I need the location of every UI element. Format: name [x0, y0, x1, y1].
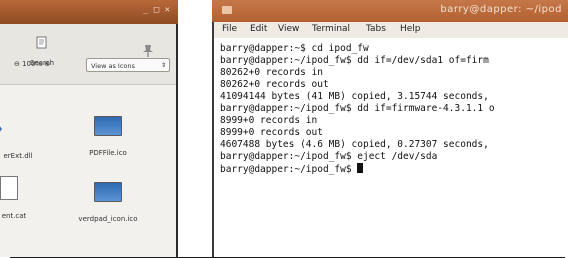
terminal-line: barry@dapper:~/ipod_fw$ eject /dev/sda	[220, 151, 438, 162]
zoom-control[interactable]: ⊖ 100% ⊕	[14, 60, 50, 68]
file-name: ent.cat	[1, 212, 27, 220]
terminal-prompt: barry@dapper:~/ipod_fw$	[220, 164, 358, 175]
terminal-title: barry@dapper: ~/ipod	[440, 4, 562, 15]
file-manager-toolbar: Search ⊖ 100% ⊕ View as Icons ⇕	[0, 24, 176, 85]
search-icon	[36, 36, 47, 49]
menu-edit[interactable]: Edit	[250, 24, 267, 34]
menu-file[interactable]: File	[222, 24, 237, 34]
file-item[interactable]: PDFFile.ico	[78, 116, 138, 159]
menu-help[interactable]: Help	[400, 24, 421, 34]
image-file-icon	[94, 116, 122, 136]
file-manager-titlebar[interactable]: _ □ ✕	[0, 0, 178, 24]
pin-icon[interactable]	[142, 44, 154, 58]
diamond-file-icon	[0, 126, 2, 132]
terminal-line: 41094144 bytes (41 MB) copied, 3.15744 s…	[220, 91, 489, 102]
terminal-titlebar[interactable]: barry@dapper: ~/ipod	[212, 0, 568, 22]
menu-view[interactable]: View	[278, 24, 299, 34]
terminal-window: barry@dapper: ~/ipod File Edit View Term…	[212, 0, 568, 257]
file-manager-window: _ □ ✕ Search ⊖ 100% ⊕ View as Icons ⇕ er…	[0, 0, 178, 257]
terminal-menubar: File Edit View Terminal Tabs Help	[214, 22, 568, 38]
file-name: erExt.dll	[3, 152, 33, 160]
catalog-file-icon	[0, 176, 18, 200]
terminal-prompt-line[interactable]: barry@dapper:~/ipod_fw$	[220, 163, 364, 175]
file-item[interactable]: erExt.dll	[0, 118, 48, 162]
terminal-line: 8999+0 records out	[220, 127, 323, 138]
terminal-line: 4607488 bytes (4.6 MB) copied, 0.27307 s…	[220, 139, 489, 150]
terminal-line: 80262+0 records out	[220, 79, 329, 90]
menu-tabs[interactable]: Tabs	[366, 24, 386, 34]
view-as-select[interactable]: View as Icons ⇕	[86, 58, 170, 72]
window-controls[interactable]: _ □ ✕	[143, 5, 170, 15]
file-name: verdpad_icon.ico	[78, 215, 138, 223]
terminal-icon	[222, 6, 232, 14]
file-name: PDFFile.ico	[89, 149, 127, 157]
file-item[interactable]: ent.cat	[0, 176, 44, 222]
terminal-line: 8999+0 records in	[220, 115, 318, 126]
file-manager-body: Search ⊖ 100% ⊕ View as Icons ⇕ erExt.dl…	[0, 24, 178, 257]
terminal-line: 80262+0 records in	[220, 67, 323, 78]
image-file-icon	[94, 182, 122, 202]
terminal-output[interactable]: barry@dapper:~$ cd ipod_fw barry@dapper:…	[214, 38, 568, 257]
text-cursor	[357, 163, 364, 173]
view-as-value: View as Icons	[91, 62, 135, 70]
chevron-updown-icon: ⇕	[160, 62, 166, 69]
menu-terminal[interactable]: Terminal	[312, 24, 350, 34]
terminal-line: barry@dapper:~/ipod_fw$ dd if=/dev/sda1 …	[220, 55, 489, 66]
file-item[interactable]: verdpad_icon.ico	[72, 182, 144, 225]
terminal-line: barry@dapper:~/ipod_fw$ dd if=firmware-4…	[220, 103, 495, 114]
terminal-line: barry@dapper:~$ cd ipod_fw	[220, 43, 369, 54]
